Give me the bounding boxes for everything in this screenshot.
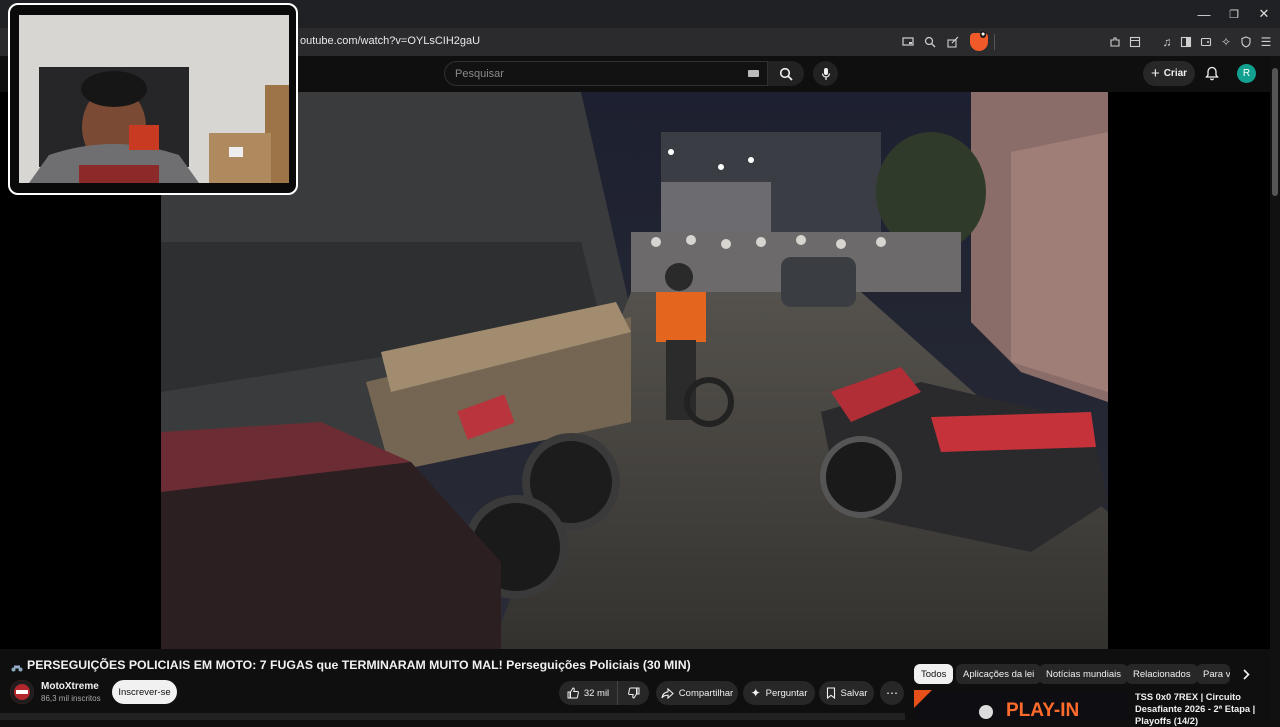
avatar-letter: R: [1242, 68, 1251, 79]
chip-world-news[interactable]: Notícias mundiais: [1039, 664, 1128, 684]
vpn-shield-icon[interactable]: [1237, 33, 1255, 51]
bell-icon: [1205, 66, 1219, 80]
chip-law-enforcement[interactable]: Aplicações da lei: [956, 664, 1042, 684]
minimize-icon: —: [1197, 6, 1211, 22]
search-input[interactable]: Pesquisar: [444, 61, 768, 86]
ask-label: Perguntar: [765, 687, 808, 699]
more-icon: ⋯: [886, 686, 898, 700]
ai-sparkle-icon[interactable]: ✧: [1217, 33, 1235, 51]
bookmark-icon: [826, 687, 835, 699]
chip-for-you[interactable]: Para v: [1196, 664, 1230, 684]
create-button[interactable]: + Criar: [1143, 61, 1195, 86]
save-label: Salvar: [840, 687, 868, 699]
maximize-button[interactable]: ❐: [1218, 0, 1250, 28]
cast-icon[interactable]: [899, 33, 917, 51]
channel-avatar[interactable]: [10, 680, 34, 704]
share-page-icon[interactable]: [944, 33, 962, 51]
more-actions-button[interactable]: ⋯: [880, 681, 904, 705]
create-label: Criar: [1163, 68, 1188, 79]
scrollbar-thumb[interactable]: [1272, 68, 1278, 196]
ask-button[interactable]: ✦ Perguntar: [743, 681, 815, 705]
extensions-icon[interactable]: [1106, 33, 1124, 51]
share-button[interactable]: Compartilhar: [656, 681, 738, 705]
notifications-button[interactable]: [1202, 63, 1222, 83]
streamer-image: [19, 15, 289, 183]
wallet-icon[interactable]: [1197, 33, 1215, 51]
video-title: PERSEGUIÇÕES POLICIAIS EM MOTO: 7 FUGAS …: [11, 658, 691, 672]
video-frame[interactable]: [161, 92, 1108, 649]
description-panel-edge: [0, 713, 905, 720]
save-button[interactable]: Salvar: [819, 681, 874, 705]
recommendation-thumbnail[interactable]: PLAY-IN: [914, 690, 1129, 720]
zoom-icon[interactable]: [921, 33, 939, 51]
chips-next-button[interactable]: [1236, 664, 1256, 684]
webcam-feed: [19, 15, 289, 183]
channel-subscribers: 86,3 mil inscritos: [41, 694, 101, 703]
microphone-icon: [821, 67, 830, 80]
search-button[interactable]: [768, 61, 804, 86]
channel-name[interactable]: MotoXtreme: [41, 681, 99, 692]
motorcycle-emoji-icon: [11, 661, 23, 672]
share-arrow-icon: [661, 687, 674, 699]
url-text[interactable]: outube.com/watch?v=OYLsCIH2gaU: [300, 35, 480, 47]
minimize-button[interactable]: —: [1188, 0, 1220, 28]
chip-all[interactable]: Todos: [914, 664, 954, 684]
tab-manager-icon[interactable]: [1126, 33, 1144, 51]
like-count: 32 mil: [583, 687, 610, 699]
search-icon: [779, 67, 793, 81]
chip-related[interactable]: Relacionados: [1126, 664, 1198, 684]
sparkle-icon: ✦: [750, 686, 761, 700]
search-placeholder: Pesquisar: [455, 68, 504, 80]
menu-icon[interactable]: ☰: [1257, 33, 1275, 51]
recommendation-title[interactable]: TSS 0x0 7REX | Circuito Desafiante 2026 …: [1135, 691, 1260, 727]
close-button[interactable]: ✕: [1248, 0, 1280, 28]
subscribe-button[interactable]: Inscrever-se: [112, 680, 177, 704]
voice-search-button[interactable]: [813, 61, 838, 86]
thumbnail-text: PLAY-IN: [1006, 700, 1080, 720]
thumbs-down-icon: [627, 687, 639, 699]
share-label: Compartilhar: [678, 687, 734, 699]
close-icon: ✕: [1258, 6, 1270, 21]
video-title-text: PERSEGUIÇÕES POLICIAIS EM MOTO: 7 FUGAS …: [27, 658, 691, 672]
like-button[interactable]: 32 mil: [559, 681, 617, 705]
account-avatar[interactable]: R: [1237, 64, 1256, 83]
webcam-overlay: [8, 3, 298, 195]
thumbs-up-icon: [567, 687, 579, 699]
keyboard-icon[interactable]: [748, 70, 759, 77]
toolbar-divider: [994, 34, 995, 50]
night-street-scene: [161, 92, 1108, 649]
plus-icon: +: [1150, 65, 1160, 82]
chevron-right-icon: [1243, 668, 1250, 680]
sidebar-icon[interactable]: [1177, 33, 1195, 51]
music-icon[interactable]: ♫: [1158, 33, 1176, 51]
maximize-icon: ❐: [1229, 8, 1239, 21]
dislike-button[interactable]: [617, 681, 649, 705]
